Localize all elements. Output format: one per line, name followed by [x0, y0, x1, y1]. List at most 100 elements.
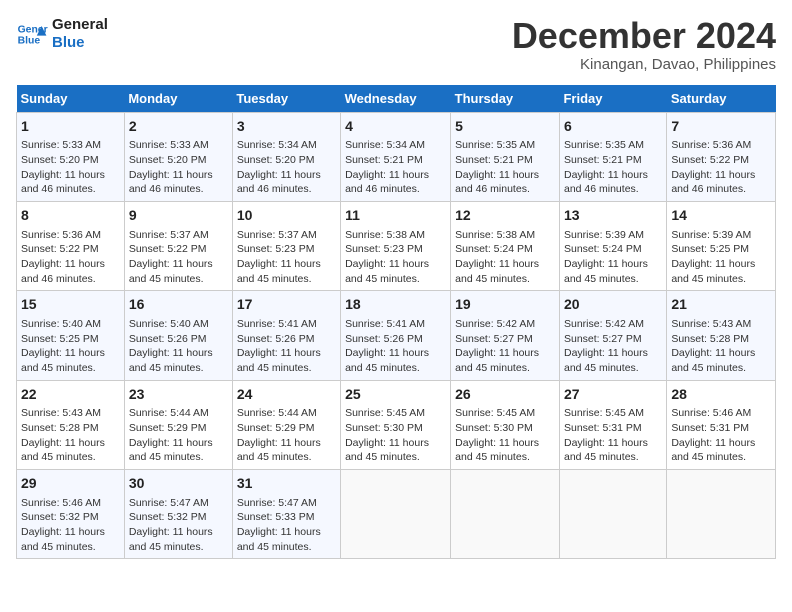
calendar-cell: 19Sunrise: 5:42 AMSunset: 5:27 PMDayligh…	[451, 291, 560, 380]
sunrise-label: Sunrise: 5:33 AM	[21, 139, 101, 151]
day-number: 29	[21, 474, 120, 494]
sunset-label: Sunset: 5:27 PM	[455, 333, 533, 345]
day-number: 11	[345, 206, 446, 226]
calendar-cell: 2Sunrise: 5:33 AMSunset: 5:20 PMDaylight…	[124, 112, 232, 201]
sunrise-label: Sunrise: 5:46 AM	[21, 497, 101, 509]
day-number: 26	[455, 385, 555, 405]
daylight-label: Daylight: 11 hours and 46 minutes.	[564, 169, 648, 196]
day-info: Sunrise: 5:43 AM Sunset: 5:28 PM Daylight:…	[21, 406, 120, 465]
calendar-cell: 29Sunrise: 5:46 AMSunset: 5:32 PMDayligh…	[17, 469, 125, 558]
daylight-label: Daylight: 11 hours and 45 minutes.	[129, 258, 213, 285]
day-info: Sunrise: 5:33 AMSunset: 5:20 PMDaylight:…	[129, 138, 228, 197]
header-day-sunday: Sunday	[17, 85, 125, 113]
day-number: 15	[21, 295, 120, 315]
sunset-label: Sunset: 5:29 PM	[129, 422, 207, 434]
calendar-cell	[341, 469, 451, 558]
sunrise-label: Sunrise: 5:39 AM	[564, 229, 644, 241]
daylight-label: Daylight: 11 hours and 45 minutes.	[564, 347, 648, 374]
sunrise-label: Sunrise: 5:34 AM	[345, 139, 425, 151]
sunrise-label: Sunrise: 5:36 AM	[671, 139, 751, 151]
sunset-label: Sunset: 5:22 PM	[21, 243, 99, 255]
calendar-cell: 12Sunrise: 5:38 AMSunset: 5:24 PMDayligh…	[451, 201, 560, 290]
daylight-label: Daylight: 11 hours and 45 minutes.	[345, 258, 429, 285]
header: General Blue General Blue December 2024 …	[16, 16, 776, 73]
sunset-label: Sunset: 5:30 PM	[455, 422, 533, 434]
sunrise-label: Sunrise: 5:45 AM	[345, 407, 425, 419]
day-info: Sunrise: 5:39 AMSunset: 5:25 PMDaylight:…	[671, 228, 771, 287]
sunrise-label: Sunrise: 5:35 AM	[455, 139, 535, 151]
daylight-label: Daylight: 11 hours and 46 minutes.	[671, 169, 755, 196]
calendar-cell: 7Sunrise: 5:36 AMSunset: 5:22 PMDaylight…	[667, 112, 776, 201]
day-number: 24	[237, 385, 336, 405]
calendar-cell: 8Sunrise: 5:36 AMSunset: 5:22 PMDaylight…	[17, 201, 125, 290]
sunset-label: Sunset: 5:27 PM	[564, 333, 642, 345]
daylight-label: Daylight: 11 hours and 46 minutes.	[21, 169, 105, 196]
sunset-label: Sunset: 5:20 PM	[237, 154, 315, 166]
day-info: Sunrise: 5:45 AMSunset: 5:31 PMDaylight:…	[564, 406, 662, 465]
sunset-label: Sunset: 5:28 PM	[671, 333, 749, 345]
sunset-label: Sunset: 5:33 PM	[237, 511, 315, 523]
day-info: Sunrise: 5:46 AMSunset: 5:31 PMDaylight:…	[671, 406, 771, 465]
day-number: 21	[671, 295, 771, 315]
title-area: December 2024 Kinangan, Davao, Philippin…	[512, 16, 776, 73]
header-day-tuesday: Tuesday	[232, 85, 340, 113]
calendar-cell: 21Sunrise: 5:43 AMSunset: 5:28 PMDayligh…	[667, 291, 776, 380]
daylight-label: Daylight: 11 hours and 45 minutes.	[129, 437, 213, 464]
calendar-cell	[667, 469, 776, 558]
day-info: Sunrise: 5:37 AMSunset: 5:23 PMDaylight:…	[237, 228, 336, 287]
day-number: 9	[129, 206, 228, 226]
day-info: Sunrise: 5:42 AMSunset: 5:27 PMDaylight:…	[564, 317, 662, 376]
day-info: Sunrise: 5:36 AMSunset: 5:22 PMDaylight:…	[671, 138, 771, 197]
day-info: Sunrise: 5:44 AM Sunset: 5:29 PM Daylight:…	[129, 406, 228, 465]
day-number: 25	[345, 385, 446, 405]
sunset-label: Sunset: 5:29 PM	[237, 422, 315, 434]
day-number: 2	[129, 117, 228, 137]
daylight-label: Daylight: 11 hours and 45 minutes.	[21, 526, 105, 553]
month-title: December 2024	[512, 16, 776, 56]
sunset-label: Sunset: 5:28 PM	[21, 422, 99, 434]
sunrise-label: Sunrise: 5:43 AM	[21, 407, 101, 419]
day-number: 14	[671, 206, 771, 226]
sunset-label: Sunset: 5:21 PM	[564, 154, 642, 166]
sunrise-label: Sunrise: 5:44 AM	[129, 407, 209, 419]
day-number: 23	[129, 385, 228, 405]
sunset-label: Sunset: 5:23 PM	[345, 243, 423, 255]
sunset-label: Sunset: 5:21 PM	[455, 154, 533, 166]
sunset-label: Sunset: 5:32 PM	[129, 511, 207, 523]
day-info: Sunrise: 5:39 AMSunset: 5:24 PMDaylight:…	[564, 228, 662, 287]
sunset-label: Sunset: 5:24 PM	[455, 243, 533, 255]
calendar-cell	[451, 469, 560, 558]
day-number: 12	[455, 206, 555, 226]
sunset-label: Sunset: 5:25 PM	[671, 243, 749, 255]
calendar-week-4: 22Sunrise: 5:43 AMSunset: 5:28 PMDayligh…	[17, 380, 776, 469]
calendar-cell: 20Sunrise: 5:42 AMSunset: 5:27 PMDayligh…	[559, 291, 666, 380]
sunset-label: Sunset: 5:20 PM	[21, 154, 99, 166]
sunrise-label: Sunrise: 5:33 AM	[129, 139, 209, 151]
daylight-label: Daylight: 11 hours and 45 minutes.	[455, 437, 539, 464]
day-number: 27	[564, 385, 662, 405]
calendar-cell: 28Sunrise: 5:46 AMSunset: 5:31 PMDayligh…	[667, 380, 776, 469]
daylight-label: Daylight: 11 hours and 45 minutes.	[237, 437, 321, 464]
sunset-label: Sunset: 5:26 PM	[129, 333, 207, 345]
day-info: Sunrise: 5:47 AMSunset: 5:32 PMDaylight:…	[129, 496, 228, 555]
daylight-label: Daylight: 11 hours and 45 minutes.	[129, 526, 213, 553]
sunset-label: Sunset: 5:22 PM	[129, 243, 207, 255]
day-info: Sunrise: 5:42 AMSunset: 5:27 PMDaylight:…	[455, 317, 555, 376]
sunrise-label: Sunrise: 5:36 AM	[21, 229, 101, 241]
day-info: Sunrise: 5:40 AMSunset: 5:25 PMDaylight:…	[21, 317, 120, 376]
sunrise-label: Sunrise: 5:42 AM	[455, 318, 535, 330]
svg-text:Blue: Blue	[18, 36, 41, 47]
sunset-label: Sunset: 5:21 PM	[345, 154, 423, 166]
day-info: Sunrise: 5:38 AMSunset: 5:23 PMDaylight:…	[345, 228, 446, 287]
daylight-label: Daylight: 11 hours and 45 minutes.	[21, 437, 105, 464]
day-info: Sunrise: 5:36 AMSunset: 5:22 PMDaylight:…	[21, 228, 120, 287]
calendar-cell: 30Sunrise: 5:47 AMSunset: 5:32 PMDayligh…	[124, 469, 232, 558]
sunset-label: Sunset: 5:23 PM	[237, 243, 315, 255]
daylight-label: Daylight: 11 hours and 46 minutes.	[345, 169, 429, 196]
sunrise-label: Sunrise: 5:40 AM	[129, 318, 209, 330]
calendar-header-row: SundayMondayTuesdayWednesdayThursdayFrid…	[17, 85, 776, 113]
daylight-label: Daylight: 11 hours and 46 minutes.	[237, 169, 321, 196]
sunset-label: Sunset: 5:26 PM	[237, 333, 315, 345]
day-info: Sunrise: 5:40 AMSunset: 5:26 PMDaylight:…	[129, 317, 228, 376]
calendar-cell: 4Sunrise: 5:34 AMSunset: 5:21 PMDaylight…	[341, 112, 451, 201]
